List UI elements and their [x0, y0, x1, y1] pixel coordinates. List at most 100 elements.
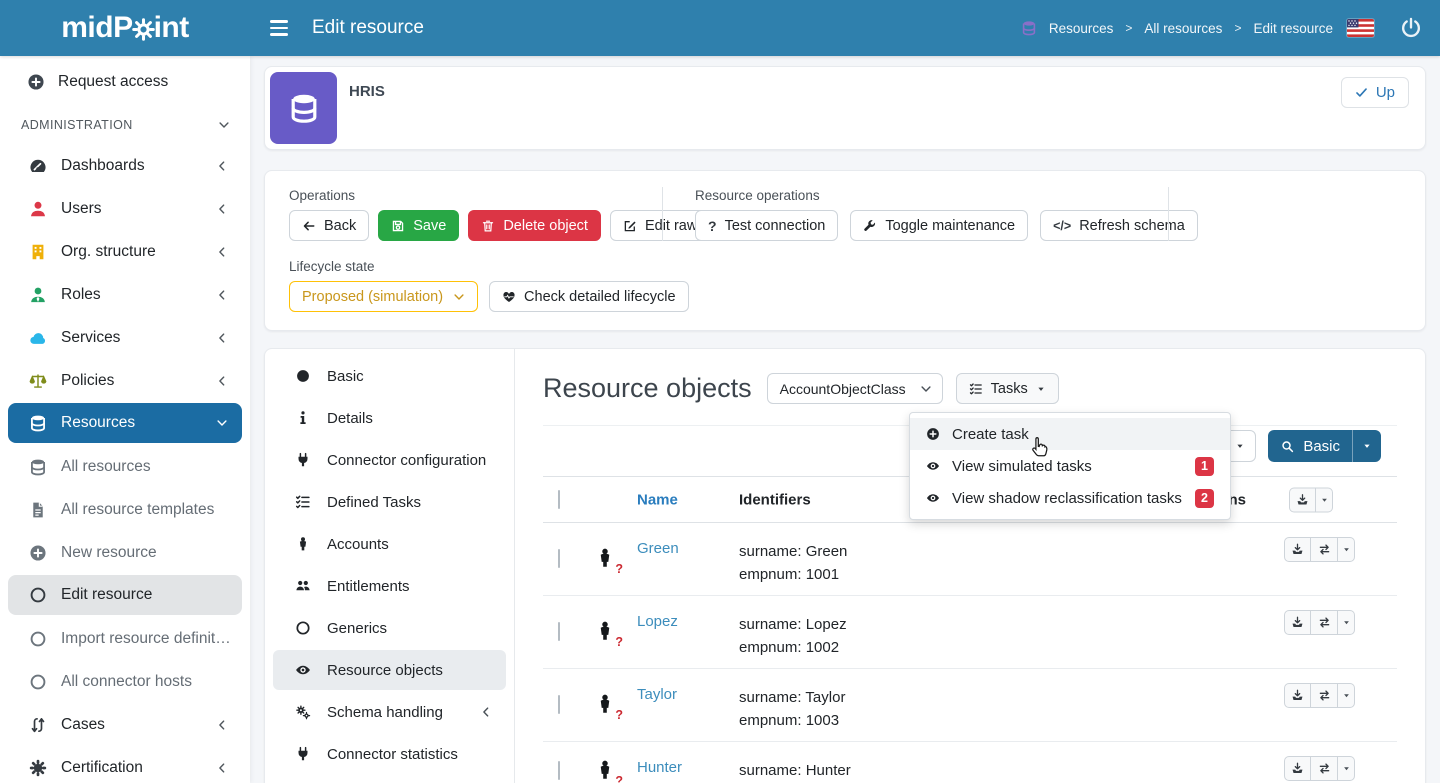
refresh-schema-button[interactable]: </> Refresh schema — [1040, 210, 1198, 241]
chevron-down-icon — [216, 417, 228, 429]
seal-icon — [29, 759, 47, 777]
tab-generics[interactable]: Generics — [265, 607, 514, 649]
sidebar-item-label: New resource — [61, 544, 157, 562]
row-exchange-button[interactable] — [1311, 537, 1338, 562]
row-name-link[interactable]: Hunter — [637, 759, 682, 776]
search-mode-caret[interactable] — [1352, 430, 1381, 462]
people-group-icon — [295, 578, 311, 594]
sidebar-item-label: Dashboards — [61, 157, 145, 175]
tab-connector-configuration[interactable]: Connector configuration — [265, 439, 514, 481]
chevron-down-icon[interactable] — [218, 119, 230, 131]
identifier-empnum: empnum: 1001 — [739, 563, 847, 586]
test-connection-button[interactable]: ? Test connection — [695, 210, 838, 241]
logout-power-icon[interactable] — [1400, 17, 1422, 39]
tasks-dropdown-button[interactable]: Tasks — [956, 373, 1059, 404]
breadcrumb-resources[interactable]: Resources — [1049, 21, 1114, 36]
column-header-name[interactable]: Name — [637, 491, 678, 508]
balance-scale-icon — [29, 372, 47, 390]
tab-details[interactable]: Details — [265, 397, 514, 439]
export-caret-button[interactable] — [1316, 487, 1333, 512]
tab-basic[interactable]: Basic — [265, 355, 514, 397]
row-download-button[interactable] — [1284, 683, 1311, 708]
sidebar-item-cases[interactable]: Cases — [0, 703, 250, 746]
save-button[interactable]: Save — [378, 210, 459, 241]
sidebar-item-roles[interactable]: Roles — [0, 273, 250, 316]
row-checkbox[interactable] — [558, 761, 560, 780]
row-name-link[interactable]: Lopez — [637, 613, 678, 630]
row-more-actions-button[interactable] — [1338, 756, 1355, 781]
tab-defined-tasks[interactable]: Defined Tasks — [265, 481, 514, 523]
toggle-maintenance-button[interactable]: Toggle maintenance — [850, 210, 1028, 241]
row-more-actions-button[interactable] — [1338, 537, 1355, 562]
sidebar-item-edit-resource[interactable]: Edit resource — [0, 574, 250, 617]
download-icon — [1291, 762, 1304, 775]
row-name-link[interactable]: Taylor — [637, 686, 677, 703]
search-basic-button[interactable]: Basic — [1268, 430, 1352, 462]
building-icon — [29, 243, 47, 261]
identifier-surname: surname: Lopez — [739, 613, 847, 636]
lifecycle-state-dropdown[interactable]: Proposed (simulation) — [289, 281, 478, 312]
sidebar-item-all-connector-hosts[interactable]: All connector hosts — [0, 660, 250, 703]
row-checkbox[interactable] — [558, 549, 560, 568]
locale-flag-us-icon[interactable] — [1347, 19, 1374, 37]
plus-circle-icon — [27, 73, 45, 91]
menu-toggle-icon[interactable] — [270, 17, 292, 39]
back-button[interactable]: Back — [289, 210, 369, 241]
breadcrumb-all-resources[interactable]: All resources — [1144, 21, 1222, 36]
row-download-button[interactable] — [1284, 756, 1311, 781]
row-more-actions-button[interactable] — [1338, 610, 1355, 635]
menu-item-create-task[interactable]: Create task — [910, 418, 1230, 450]
sidebar-item-services[interactable]: Services — [0, 316, 250, 359]
sidebar-item-new-resource[interactable]: New resource — [0, 531, 250, 574]
table-row: ? Hunter surname: Hunter — [543, 742, 1397, 783]
export-download-button[interactable] — [1289, 487, 1316, 512]
plus-circle-icon — [29, 544, 47, 562]
sidebar-item-label: Services — [61, 329, 120, 347]
sidebar-item-policies[interactable]: Policies — [0, 359, 250, 402]
row-checkbox[interactable] — [558, 695, 560, 714]
row-download-button[interactable] — [1284, 537, 1311, 562]
menu-item-view-simulated-tasks[interactable]: View simulated tasks 1 — [910, 450, 1230, 482]
tab-schema-handling[interactable]: Schema handling — [265, 691, 514, 733]
object-class-select[interactable]: AccountObjectClass — [767, 373, 943, 404]
sidebar-item-certification[interactable]: Certification — [0, 746, 250, 783]
column-header-identifiers: Identifiers — [739, 491, 811, 508]
tab-connector-statistics[interactable]: Connector statistics — [265, 733, 514, 775]
sidebar-item-import-resource-definition[interactable]: Import resource definit… — [0, 617, 250, 660]
row-exchange-button[interactable] — [1311, 756, 1338, 781]
select-all-checkbox[interactable] — [558, 490, 560, 509]
chevron-left-icon — [216, 246, 228, 258]
row-exchange-button[interactable] — [1311, 610, 1338, 635]
sidebar-item-all-resource-templates[interactable]: All resource templates — [0, 488, 250, 531]
sidebar-item-dashboards[interactable]: Dashboards — [0, 144, 250, 187]
row-download-button[interactable] — [1284, 610, 1311, 635]
question-mark-icon: ? — [708, 218, 717, 234]
sidebar-item-request-access[interactable]: Request access — [0, 62, 250, 102]
tab-entitlements[interactable]: Entitlements — [265, 565, 514, 607]
download-icon — [1291, 689, 1304, 702]
identifier-surname: surname: Hunter — [739, 759, 851, 782]
heart-pulse-icon — [502, 290, 516, 304]
sidebar-item-all-resources[interactable]: All resources — [0, 445, 250, 488]
sidebar-section-title: ADMINISTRATION — [21, 118, 133, 132]
chevron-left-icon — [216, 289, 228, 301]
menu-item-view-shadow-reclassification-tasks[interactable]: View shadow reclassification tasks 2 — [910, 482, 1230, 514]
check-detailed-lifecycle-button[interactable]: Check detailed lifecycle — [489, 281, 689, 312]
row-name-link[interactable]: Green — [637, 540, 679, 557]
row-checkbox[interactable] — [558, 622, 560, 641]
search-mode-split-button[interactable]: Basic — [1268, 430, 1381, 462]
person-icon — [295, 536, 311, 552]
row-more-actions-button[interactable] — [1338, 683, 1355, 708]
row-exchange-button[interactable] — [1311, 683, 1338, 708]
delete-object-button[interactable]: Delete object — [468, 210, 601, 241]
tab-resource-objects[interactable]: Resource objects — [265, 649, 514, 691]
tab-accounts[interactable]: Accounts — [265, 523, 514, 565]
sidebar-item-resources[interactable]: Resources — [0, 402, 250, 445]
navbar-right: Resources > All resources > Edit resourc… — [1021, 0, 1422, 56]
sidebar-item-org-structure[interactable]: Org. structure — [0, 230, 250, 273]
availability-status-button[interactable]: Up — [1341, 77, 1409, 108]
database-icon — [1021, 20, 1037, 36]
test-connection-label: Test connection — [725, 218, 826, 234]
sidebar-item-users[interactable]: Users — [0, 187, 250, 230]
midpoint-logo[interactable]: midPint — [0, 0, 250, 56]
